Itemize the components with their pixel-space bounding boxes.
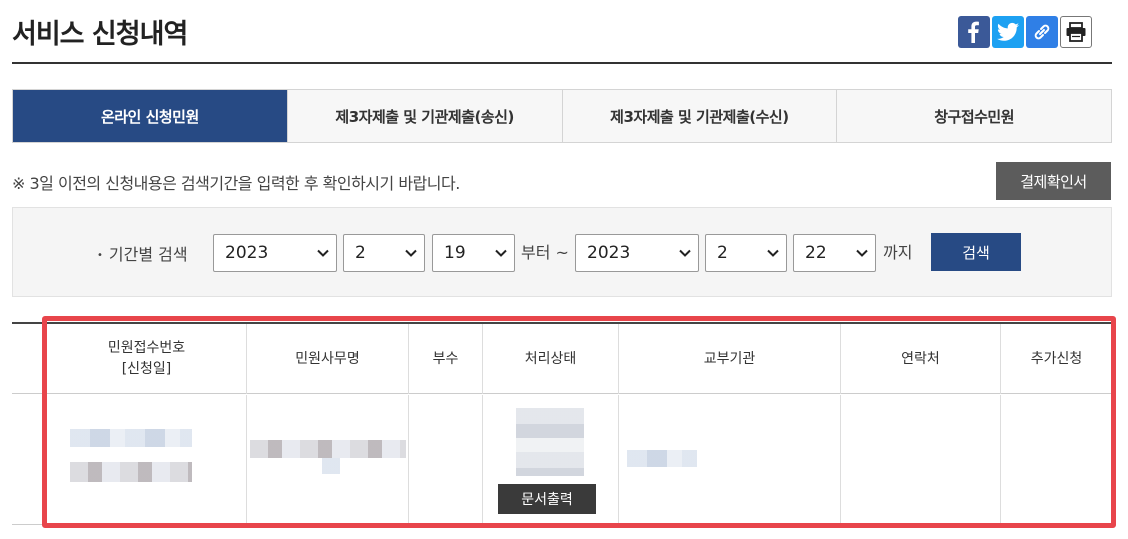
tab-third-party-received[interactable]: 제3자제출 및 기관제출(수신) xyxy=(561,90,837,142)
header-issuing-agency: 교부기관 xyxy=(618,324,840,394)
chevron-down-icon xyxy=(405,249,417,257)
redacted-agency xyxy=(627,450,697,467)
chevron-down-icon xyxy=(856,249,868,257)
print-icon[interactable] xyxy=(1060,16,1092,48)
cell-contact xyxy=(840,395,1000,524)
share-icons xyxy=(958,16,1092,48)
to-suffix: 까지 xyxy=(883,243,913,262)
notice-text: ※ 3일 이전의 신청내용은 검색기간을 입력한 후 확인하시기 바랍니다. xyxy=(12,174,460,193)
to-year-select[interactable]: 2023 xyxy=(575,234,699,272)
title-divider xyxy=(12,62,1112,64)
chevron-down-icon xyxy=(495,249,507,257)
table-header-row: 민원접수번호 [신청일] 민원사무명 부수 처리상태 교부기관 연락처 추가신청 xyxy=(12,324,1112,394)
search-label: • 기간별 검색 xyxy=(97,245,188,264)
header-contact: 연락처 xyxy=(840,324,1000,394)
redacted-status xyxy=(516,408,584,476)
redacted-service-name-tail xyxy=(322,458,340,474)
document-print-button[interactable]: 문서출력 xyxy=(498,484,596,514)
header-status: 처리상태 xyxy=(482,324,618,394)
chevron-down-icon xyxy=(317,249,329,257)
header-additional-request: 추가신청 xyxy=(1000,324,1112,394)
tab-third-party-sent[interactable]: 제3자제출 및 기관제출(송신) xyxy=(286,90,562,142)
search-panel: • 기간별 검색 2023 2 19 부터 ~ 2023 2 22 까지 검색 xyxy=(12,207,1112,297)
header-receipt-number: 민원접수번호 [신청일] xyxy=(46,324,246,394)
table-bottom-border xyxy=(12,524,1112,525)
tab-online-application[interactable]: 온라인 신청민원 xyxy=(13,90,287,142)
from-suffix: 부터 ~ xyxy=(521,243,569,262)
cell-receipt-number xyxy=(46,395,246,524)
search-button[interactable]: 검색 xyxy=(931,233,1021,271)
payment-confirmation-button[interactable]: 결제확인서 xyxy=(996,162,1111,200)
header-copies: 부수 xyxy=(408,324,482,394)
redacted-receipt-date xyxy=(70,462,192,482)
from-year-select[interactable]: 2023 xyxy=(213,234,337,272)
chevron-down-icon xyxy=(679,249,691,257)
link-icon[interactable] xyxy=(1026,16,1058,48)
to-month-select[interactable]: 2 xyxy=(705,234,787,272)
twitter-icon[interactable] xyxy=(992,16,1024,48)
tab-counter-application[interactable]: 창구접수민원 xyxy=(836,90,1111,142)
page-title: 서비스 신청내역 xyxy=(12,19,188,50)
from-month-select[interactable]: 2 xyxy=(343,234,425,272)
cell-additional-request xyxy=(1000,395,1112,524)
from-day-select[interactable]: 19 xyxy=(432,234,515,272)
redacted-service-name xyxy=(250,440,406,458)
tab-bar: 온라인 신청민원 제3자제출 및 기관제출(송신) 제3자제출 및 기관제출(수… xyxy=(12,89,1112,143)
cell-copies xyxy=(408,395,482,524)
redacted-receipt-number xyxy=(70,429,192,447)
chevron-down-icon xyxy=(767,249,779,257)
cell-blank xyxy=(12,395,46,524)
header-service-name: 민원사무명 xyxy=(246,324,408,394)
facebook-icon[interactable] xyxy=(958,16,990,48)
header-blank xyxy=(12,324,46,394)
to-day-select[interactable]: 22 xyxy=(793,234,876,272)
